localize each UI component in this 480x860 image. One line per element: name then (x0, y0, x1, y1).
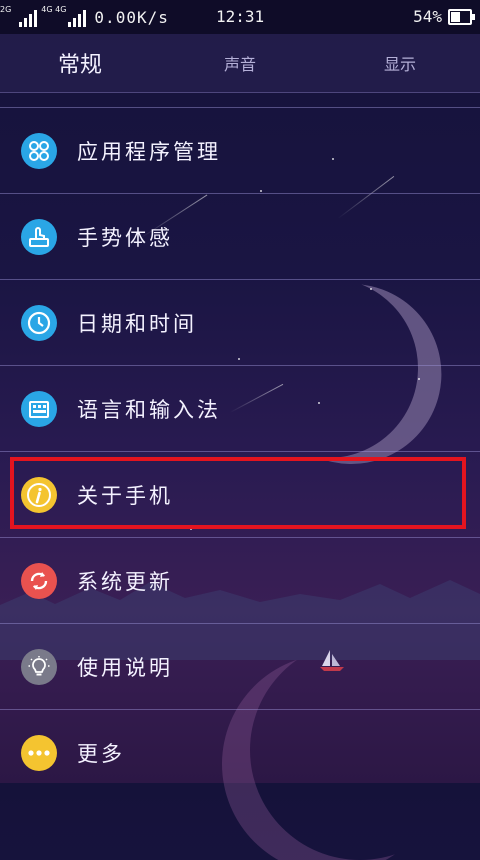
settings-item-label: 系统更新 (77, 569, 173, 594)
settings-item-date-time[interactable]: 日期和时间 (0, 280, 480, 366)
network-speed: 0.00K/s (94, 7, 169, 27)
keyboard-icon (21, 390, 57, 427)
tab-display[interactable]: 显示 (320, 34, 480, 92)
settings-item-label: 关于手机 (77, 483, 173, 508)
lightbulb-icon (21, 648, 57, 685)
battery-indicator: 54% (413, 7, 475, 26)
settings-item-label: 更多 (77, 741, 125, 766)
settings-item-label: 应用程序管理 (77, 139, 221, 164)
clock-icon (21, 304, 57, 341)
settings-item-user-guide[interactable]: 使用说明 (0, 624, 480, 710)
info-icon (21, 476, 57, 513)
battery-icon (448, 8, 475, 25)
settings-item-system-update[interactable]: 系统更新 (0, 538, 480, 624)
apps-grid-icon (21, 132, 57, 169)
settings-item-label: 手势体感 (77, 225, 173, 250)
network-type-label: 4G 4G (41, 5, 67, 14)
settings-tabs: 常规 声音 显示 (0, 34, 480, 93)
settings-item-label: 使用说明 (77, 655, 173, 680)
settings-item-language-input[interactable]: 语言和输入法 (0, 366, 480, 452)
network-type-label: 2G (0, 5, 12, 14)
more-dots-icon (21, 734, 57, 771)
clock: 12:31 (216, 7, 265, 26)
settings-item-gesture[interactable]: 手势体感 (0, 194, 480, 280)
refresh-icon (21, 562, 57, 599)
battery-percentage: 54% (413, 7, 442, 26)
settings-item-about-phone[interactable]: 关于手机 (0, 452, 480, 538)
settings-item-label: 日期和时间 (77, 311, 197, 336)
tab-general[interactable]: 常规 (0, 34, 160, 92)
tab-sound[interactable]: 声音 (160, 34, 320, 92)
gesture-hand-icon (21, 218, 57, 255)
status-bar: 2G 4G 4G 0.00K/s 12:31 54% (0, 0, 480, 34)
signal-strength-icon (19, 7, 38, 27)
signal-strength-icon (68, 7, 87, 27)
settings-item-app-management[interactable]: 应用程序管理 (0, 108, 480, 194)
settings-item-more[interactable]: 更多 (0, 710, 480, 795)
settings-list: 应用程序管理 手势体感 日期和时间 语言和输入法 关于手机 系统更新 使用说明 … (0, 108, 480, 795)
settings-item-label: 语言和输入法 (77, 397, 221, 422)
